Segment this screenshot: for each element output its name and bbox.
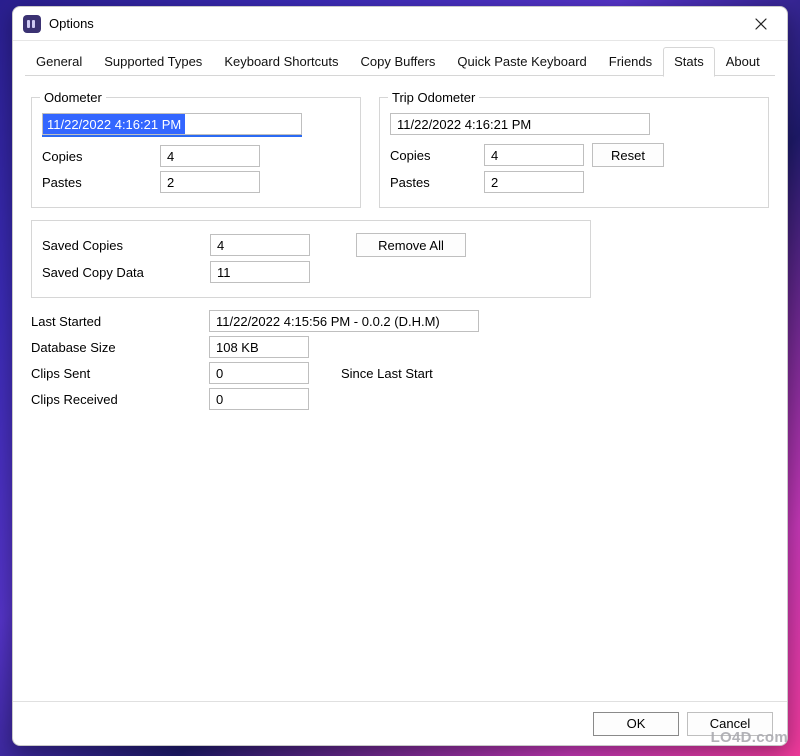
remove-all-button[interactable]: Remove All: [356, 233, 466, 257]
clips-sent-value[interactable]: 0: [209, 362, 309, 384]
close-icon: [755, 18, 767, 30]
trip-odometer-group: Trip Odometer 11/22/2022 4:16:21 PM Copi…: [379, 90, 769, 208]
window-title: Options: [49, 16, 94, 31]
last-started-label: Last Started: [31, 314, 201, 329]
trip-copies-value[interactable]: 4: [484, 144, 584, 166]
database-size-label: Database Size: [31, 340, 201, 355]
odometer-pastes-value[interactable]: 2: [160, 171, 260, 193]
saved-group: Saved Copies 4 Remove All Saved Copy Dat…: [31, 220, 591, 298]
tab-stats[interactable]: Stats: [663, 47, 715, 77]
odometer-copies-label: Copies: [42, 149, 152, 164]
saved-copy-data-label: Saved Copy Data: [42, 265, 202, 280]
odometer-date-field[interactable]: 11/22/2022 4:16:21 PM: [42, 113, 302, 135]
clips-sent-label: Clips Sent: [31, 366, 201, 381]
cancel-button[interactable]: Cancel: [687, 712, 773, 736]
tab-general[interactable]: General: [25, 47, 93, 76]
close-button[interactable]: [741, 10, 781, 38]
dialog-footer: OK Cancel: [13, 701, 787, 745]
tab-content-stats: Odometer 11/22/2022 4:16:21 PM Copies 4 …: [13, 76, 787, 701]
tab-supported-types[interactable]: Supported Types: [93, 47, 213, 76]
clips-received-label: Clips Received: [31, 392, 201, 407]
saved-copy-data-value[interactable]: 11: [210, 261, 310, 283]
saved-copies-label: Saved Copies: [42, 238, 202, 253]
tab-quick-paste-keyboard[interactable]: Quick Paste Keyboard: [446, 47, 597, 76]
tab-strip: General Supported Types Keyboard Shortcu…: [13, 41, 787, 76]
trip-pastes-label: Pastes: [390, 175, 476, 190]
odometer-date-value: 11/22/2022 4:16:21 PM: [43, 114, 185, 134]
reset-button[interactable]: Reset: [592, 143, 664, 167]
tab-keyboard-shortcuts[interactable]: Keyboard Shortcuts: [213, 47, 349, 76]
ok-button[interactable]: OK: [593, 712, 679, 736]
tab-copy-buffers[interactable]: Copy Buffers: [350, 47, 447, 76]
odometer-pastes-label: Pastes: [42, 175, 152, 190]
database-size-value[interactable]: 108 KB: [209, 336, 309, 358]
trip-odometer-legend: Trip Odometer: [388, 90, 479, 105]
titlebar: Options: [13, 7, 787, 41]
saved-copies-value[interactable]: 4: [210, 234, 310, 256]
odometer-group: Odometer 11/22/2022 4:16:21 PM Copies 4 …: [31, 90, 361, 208]
app-icon: [23, 15, 41, 33]
trip-odometer-date-field[interactable]: 11/22/2022 4:16:21 PM: [390, 113, 650, 135]
since-last-start-text: Since Last Start: [341, 366, 433, 381]
tab-about[interactable]: About: [715, 47, 771, 76]
odometer-legend: Odometer: [40, 90, 106, 105]
stats-block: Last Started 11/22/2022 4:15:56 PM - 0.0…: [31, 310, 769, 410]
last-started-value[interactable]: 11/22/2022 4:15:56 PM - 0.0.2 (D.H.M): [209, 310, 479, 332]
trip-pastes-value[interactable]: 2: [484, 171, 584, 193]
options-window: Options General Supported Types Keyboard…: [12, 6, 788, 746]
odometer-copies-value[interactable]: 4: [160, 145, 260, 167]
odometer-date-underline: [42, 135, 302, 137]
clips-received-value[interactable]: 0: [209, 388, 309, 410]
trip-copies-label: Copies: [390, 148, 476, 163]
tab-friends[interactable]: Friends: [598, 47, 663, 76]
